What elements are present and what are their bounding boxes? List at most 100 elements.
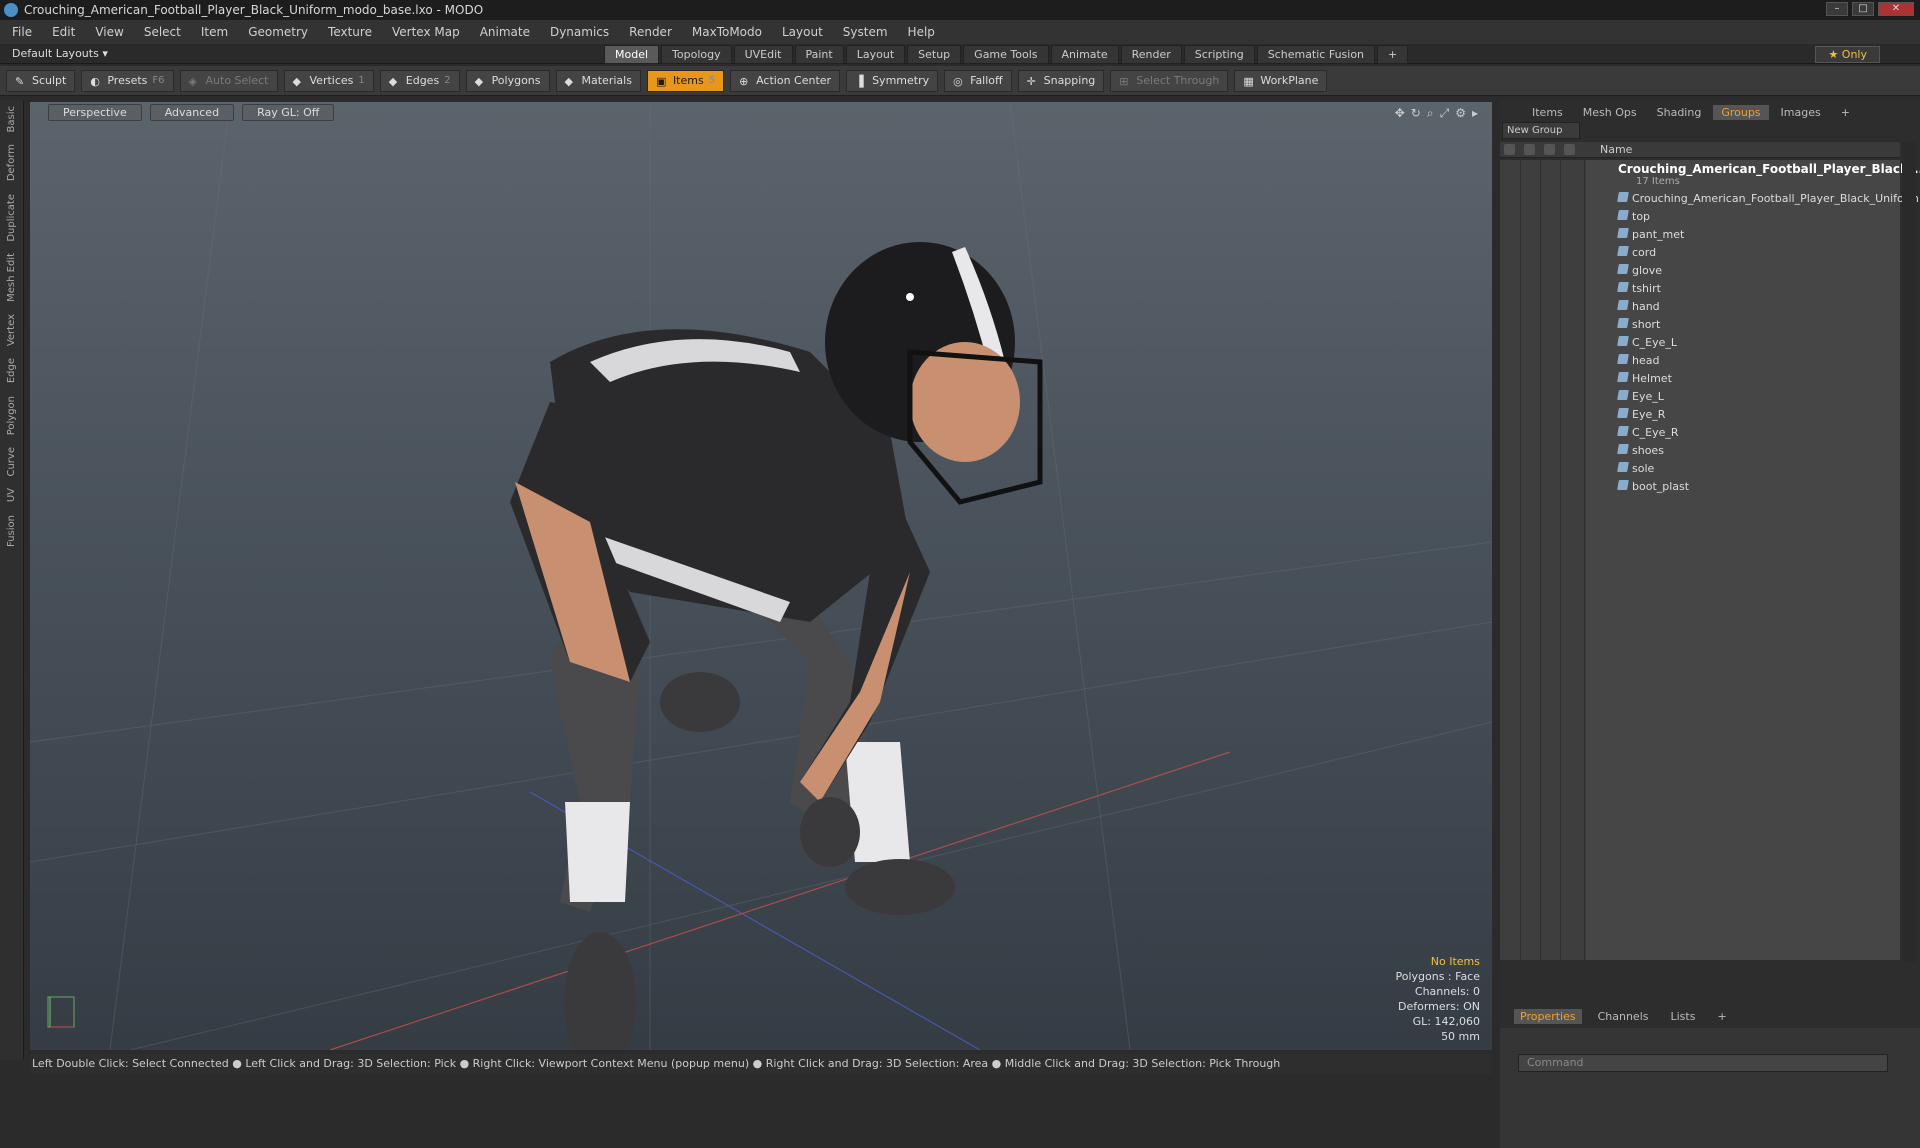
menu-file[interactable]: File xyxy=(12,25,32,39)
menu-animate[interactable]: Animate xyxy=(480,25,530,39)
group-name[interactable]: Crouching_American_Football_Player_Black… xyxy=(1618,162,1920,176)
auto-select-button[interactable]: ◈ Auto Select xyxy=(179,69,278,92)
tab-duplicate[interactable]: Duplicate xyxy=(6,188,17,248)
menu-item[interactable]: Item xyxy=(201,25,228,39)
rotate-icon[interactable]: ↻ xyxy=(1411,106,1421,121)
tab-schematic-fusion[interactable]: Schematic Fusion xyxy=(1256,45,1376,64)
sculpt-button[interactable]: ✎ Sculpt xyxy=(6,69,76,92)
menu-edit[interactable]: Edit xyxy=(52,25,75,39)
tab-uvedit[interactable]: UVEdit xyxy=(733,45,793,64)
tree-item[interactable]: Eye_R xyxy=(1617,406,1665,424)
add-bottom-tab-button[interactable]: + xyxy=(1711,1009,1732,1024)
close-button[interactable]: ✕ xyxy=(1878,2,1914,16)
falloff-button[interactable]: ◎ Falloff xyxy=(944,69,1012,92)
lock-column-icon[interactable] xyxy=(1544,144,1555,155)
menu-vertex-map[interactable]: Vertex Map xyxy=(392,25,460,39)
tab-deform[interactable]: Deform xyxy=(6,138,17,187)
tab-properties[interactable]: Properties xyxy=(1514,1008,1582,1024)
tree-item[interactable]: glove xyxy=(1617,262,1662,280)
tab-model[interactable]: Model xyxy=(604,45,660,64)
tab-curve[interactable]: Curve xyxy=(6,441,17,483)
name-column-header[interactable]: Name xyxy=(1600,143,1632,156)
chevron-right-icon[interactable]: ▸ xyxy=(1472,106,1478,121)
tab-basic[interactable]: Basic xyxy=(6,100,17,138)
tab-fusion[interactable]: Fusion xyxy=(6,509,17,553)
tab-shading[interactable]: Shading xyxy=(1649,105,1710,120)
tab-edge[interactable]: Edge xyxy=(6,352,17,389)
tab-items[interactable]: Items xyxy=(1524,105,1571,120)
add-tab-button[interactable]: + xyxy=(1377,45,1409,64)
tab-lists[interactable]: Lists xyxy=(1665,1009,1702,1024)
menu-maxtomodo[interactable]: MaxToModo xyxy=(692,25,762,39)
tree-item[interactable]: head xyxy=(1617,352,1659,370)
menu-dynamics[interactable]: Dynamics xyxy=(550,25,609,39)
tree-item[interactable]: shoes xyxy=(1617,442,1664,460)
tab-render[interactable]: Render xyxy=(1120,45,1182,64)
snapping-button[interactable]: ✛ Snapping xyxy=(1017,69,1105,92)
tab-mesh-edit[interactable]: Mesh Edit xyxy=(6,247,17,308)
view-perspective-button[interactable]: Perspective xyxy=(48,103,142,121)
tab-images[interactable]: Images xyxy=(1773,105,1829,120)
command-input[interactable]: Command xyxy=(1518,1054,1888,1072)
items-button[interactable]: ▣ Items 5 xyxy=(646,69,725,92)
tab-topology[interactable]: Topology xyxy=(661,45,732,64)
action-center-button[interactable]: ⊕ Action Center xyxy=(730,69,841,92)
tree-item[interactable]: cord xyxy=(1617,244,1656,262)
tree-item[interactable]: C_Eye_R xyxy=(1617,424,1679,442)
tree-item[interactable]: tshirt xyxy=(1617,280,1661,298)
menu-render[interactable]: Render xyxy=(629,25,672,39)
tree-item[interactable]: Helmet xyxy=(1617,370,1672,388)
menu-system[interactable]: System xyxy=(843,25,888,39)
tree-item[interactable]: top xyxy=(1617,208,1650,226)
tree-item[interactable]: pant_met xyxy=(1617,226,1684,244)
tab-vertex[interactable]: Vertex xyxy=(6,308,17,352)
menu-view[interactable]: View xyxy=(95,25,123,39)
minimize-button[interactable]: – xyxy=(1826,2,1848,16)
menu-layout[interactable]: Layout xyxy=(782,25,823,39)
tab-layout[interactable]: Layout xyxy=(845,45,906,64)
3d-viewport[interactable]: Perspective Advanced Ray GL: Off ✥ ↻ ⌕ ⤢… xyxy=(30,102,1492,1050)
tab-paint[interactable]: Paint xyxy=(794,45,844,64)
tab-game-tools[interactable]: Game Tools xyxy=(963,45,1049,64)
tab-animate[interactable]: Animate xyxy=(1050,45,1119,64)
select-column-icon[interactable] xyxy=(1564,144,1575,155)
tab-polygon[interactable]: Polygon xyxy=(6,390,17,441)
fit-icon[interactable]: ⤢ xyxy=(1440,106,1450,121)
tab-groups[interactable]: Groups xyxy=(1713,104,1769,120)
gear-icon[interactable]: ⚙ xyxy=(1455,106,1466,121)
workplane-button[interactable]: ▦ WorkPlane xyxy=(1234,69,1328,92)
tree-item[interactable]: Eye_L xyxy=(1617,388,1664,406)
tree-scrollbar[interactable] xyxy=(1902,142,1916,962)
tree-item[interactable]: boot_plast xyxy=(1617,478,1689,496)
edges-button[interactable]: ◆ Edges 2 xyxy=(379,69,460,92)
football-player-model[interactable] xyxy=(30,102,1492,1050)
tree-item[interactable]: short xyxy=(1617,316,1660,334)
polygons-button[interactable]: ◆ Polygons xyxy=(465,69,550,92)
tab-uv[interactable]: UV xyxy=(6,482,17,508)
maximize-button[interactable]: □ xyxy=(1852,2,1874,16)
tab-mesh-ops[interactable]: Mesh Ops xyxy=(1575,105,1645,120)
only-button[interactable]: ★ Only xyxy=(1815,46,1880,63)
tree-item[interactable]: C_Eye_L xyxy=(1617,334,1677,352)
menu-texture[interactable]: Texture xyxy=(328,25,372,39)
select-through-button[interactable]: ⊞ Select Through xyxy=(1110,69,1229,92)
add-panel-tab-button[interactable]: + xyxy=(1833,105,1858,120)
tree-item[interactable]: sole xyxy=(1617,460,1654,478)
menu-select[interactable]: Select xyxy=(144,25,181,39)
tab-scripting[interactable]: Scripting xyxy=(1183,45,1255,64)
symmetry-button[interactable]: ▐ Symmetry xyxy=(846,69,939,92)
tab-channels[interactable]: Channels xyxy=(1592,1009,1655,1024)
tab-setup[interactable]: Setup xyxy=(907,45,962,64)
raygl-button[interactable]: Ray GL: Off xyxy=(242,103,335,121)
materials-button[interactable]: ◆ Materials xyxy=(555,69,641,92)
presets-button[interactable]: ◐ Presets F6 xyxy=(81,69,174,92)
vertices-button[interactable]: ◆ Vertices 1 xyxy=(283,69,374,92)
new-group-button[interactable]: New Group xyxy=(1502,122,1580,139)
visibility-column-icon[interactable] xyxy=(1504,144,1515,155)
pan-icon[interactable]: ✥ xyxy=(1395,106,1405,121)
tree-item[interactable]: hand xyxy=(1617,298,1660,316)
menu-geometry[interactable]: Geometry xyxy=(248,25,308,39)
layout-selector[interactable]: Default Layouts ▾ xyxy=(12,47,108,60)
tree-item[interactable]: Crouching_American_Football_Player_Black… xyxy=(1617,190,1919,208)
render-column-icon[interactable] xyxy=(1524,144,1535,155)
